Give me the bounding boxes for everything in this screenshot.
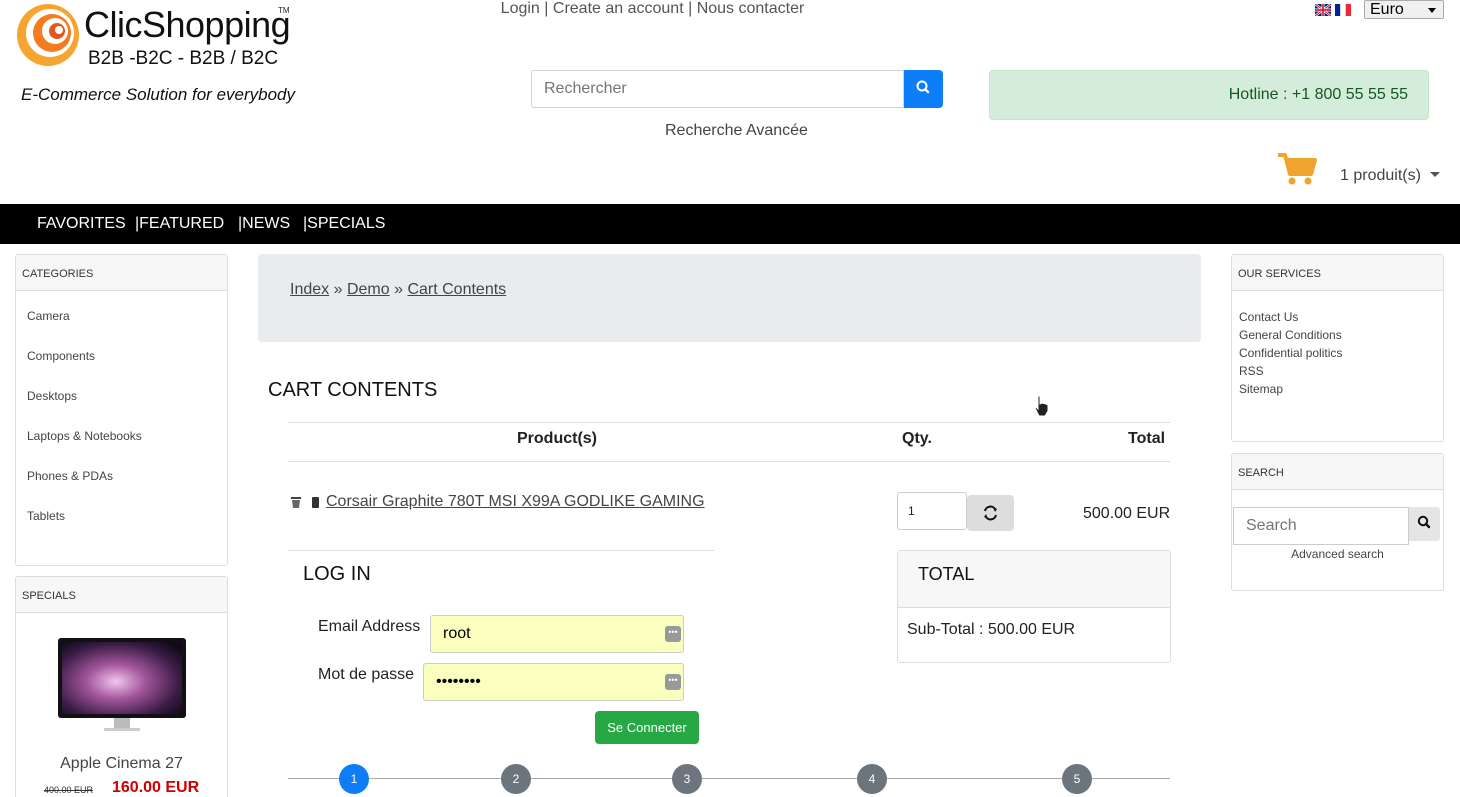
- breadcrumb-index[interactable]: Index: [290, 281, 329, 298]
- french-flag-icon[interactable]: [1335, 4, 1351, 16]
- refresh-icon: [984, 505, 997, 521]
- table-header-divider: [288, 461, 1170, 462]
- checkout-progress-line: [288, 778, 1170, 779]
- special-old-price: 400.00 EUR: [44, 785, 94, 795]
- category-camera[interactable]: Camera: [27, 309, 70, 323]
- total-title: TOTAL: [898, 551, 1170, 608]
- password-manager-icon[interactable]: •••: [665, 626, 681, 642]
- quantity-input[interactable]: 1: [897, 492, 967, 530]
- category-phones[interactable]: Phones & PDAs: [27, 469, 113, 483]
- checkout-step-1[interactable]: 1: [339, 764, 369, 794]
- login-title: LOG IN: [303, 563, 371, 585]
- create-account-link[interactable]: Create an account: [553, 0, 684, 17]
- nav-featured[interactable]: |FEATURED: [135, 215, 224, 233]
- breadcrumb-demo[interactable]: Demo: [347, 281, 390, 298]
- link-separator: |: [544, 0, 553, 17]
- side-search-input[interactable]: Search: [1233, 507, 1409, 545]
- link-separator: |: [688, 0, 697, 17]
- column-header-total: Total: [1128, 430, 1166, 447]
- services-title: OUR SERVICES: [1232, 255, 1443, 291]
- service-rss[interactable]: RSS: [1239, 364, 1264, 378]
- email-value: root: [443, 625, 471, 642]
- side-search-title: SEARCH: [1232, 454, 1443, 490]
- currency-value: Euro: [1370, 1, 1404, 18]
- login-divider: [288, 550, 714, 551]
- specials-title: SPECIALS: [16, 577, 227, 613]
- login-button[interactable]: Se Connecter: [595, 711, 699, 744]
- nav-specials[interactable]: |SPECIALS: [303, 215, 385, 233]
- logo-slogan: E-Commerce Solution for everybody: [21, 85, 296, 104]
- side-advanced-search-link[interactable]: Advanced search: [1231, 547, 1444, 561]
- shopping-cart-icon[interactable]: [1277, 152, 1317, 186]
- password-field[interactable]: •••••••• •••: [423, 663, 684, 701]
- categories-title: CATEGORIES: [16, 255, 227, 291]
- email-field[interactable]: root •••: [430, 615, 684, 653]
- service-contact-us[interactable]: Contact Us: [1239, 310, 1298, 324]
- breadcrumb-cart-contents[interactable]: Cart Contents: [407, 281, 506, 298]
- chevron-down-icon[interactable]: [1430, 172, 1440, 177]
- column-header-products: Product(s): [517, 430, 597, 447]
- services-box: OUR SERVICES Contact Us General Conditio…: [1231, 254, 1444, 442]
- update-quantity-button[interactable]: [967, 495, 1014, 531]
- total-box: TOTAL: [897, 550, 1171, 663]
- checkout-step-5[interactable]: 5: [1062, 764, 1092, 794]
- search-icon: [1417, 515, 1431, 529]
- hotline-banner: Hotline : +1 800 55 55 55: [989, 70, 1429, 120]
- categories-box: CATEGORIES Camera Components Desktops La…: [15, 254, 228, 566]
- service-general-conditions[interactable]: General Conditions: [1239, 328, 1342, 342]
- service-sitemap[interactable]: Sitemap: [1239, 382, 1283, 396]
- password-value: ••••••••: [436, 673, 481, 690]
- password-label: Mot de passe: [318, 666, 415, 683]
- special-product-name[interactable]: Apple Cinema 27: [15, 755, 228, 773]
- main-navbar: FAVORITES |FEATURED |NEWS |SPECIALS: [0, 204, 1460, 244]
- breadcrumb: Index » Demo » Cart Contents: [258, 254, 1201, 342]
- breadcrumb-separator: »: [394, 281, 403, 298]
- side-search-button[interactable]: [1409, 507, 1440, 541]
- breadcrumb-separator: »: [333, 281, 343, 298]
- checkout-step-2[interactable]: 2: [501, 764, 531, 794]
- product-thumbnail[interactable]: [310, 496, 320, 509]
- category-desktops[interactable]: Desktops: [27, 389, 77, 403]
- nav-news[interactable]: |NEWS: [238, 215, 290, 233]
- language-flags: [1315, 4, 1351, 16]
- page-title: CART CONTENTS: [268, 379, 438, 401]
- login-link[interactable]: Login: [501, 0, 540, 17]
- table-top-divider: [288, 422, 1170, 423]
- top-links: Login | Create an account | Nous contact…: [0, 0, 1305, 18]
- trash-icon[interactable]: [290, 496, 302, 509]
- checkout-step-3[interactable]: 3: [672, 764, 702, 794]
- cart-row-total: 500.00 EUR: [1083, 505, 1171, 522]
- mouse-pointer-icon: [1034, 395, 1049, 417]
- header-search-button[interactable]: [904, 70, 943, 108]
- product-image-apple-cinema[interactable]: [57, 637, 187, 737]
- cart-product-link[interactable]: Corsair Graphite 780T MSI X99A GODLIKE G…: [326, 493, 705, 511]
- chevron-down-icon: [1428, 8, 1436, 13]
- subtotal: Sub-Total : 500.00 EUR: [907, 621, 1076, 638]
- special-new-price: 160.00 EUR: [112, 779, 200, 796]
- contact-link[interactable]: Nous contacter: [697, 0, 805, 17]
- search-icon: [916, 80, 930, 94]
- header-search-input[interactable]: Rechercher: [531, 70, 904, 108]
- category-laptops[interactable]: Laptops & Notebooks: [27, 429, 142, 443]
- column-header-qty: Qty.: [902, 430, 932, 447]
- english-flag-icon[interactable]: [1315, 4, 1331, 16]
- checkout-step-4[interactable]: 4: [857, 764, 887, 794]
- advanced-search-link[interactable]: Recherche Avancée: [665, 122, 808, 140]
- cart-count[interactable]: 1 produit(s): [1340, 167, 1421, 185]
- email-label: Email Address: [318, 618, 421, 635]
- password-manager-icon[interactable]: •••: [665, 674, 681, 690]
- logo-tagline: B2B -B2C - B2B / B2C: [88, 48, 279, 69]
- category-tablets[interactable]: Tablets: [27, 509, 65, 523]
- currency-select[interactable]: Euro: [1364, 0, 1444, 19]
- category-components[interactable]: Components: [27, 349, 95, 363]
- service-confidential-politics[interactable]: Confidential politics: [1239, 346, 1342, 360]
- nav-favorites[interactable]: FAVORITES: [37, 215, 126, 233]
